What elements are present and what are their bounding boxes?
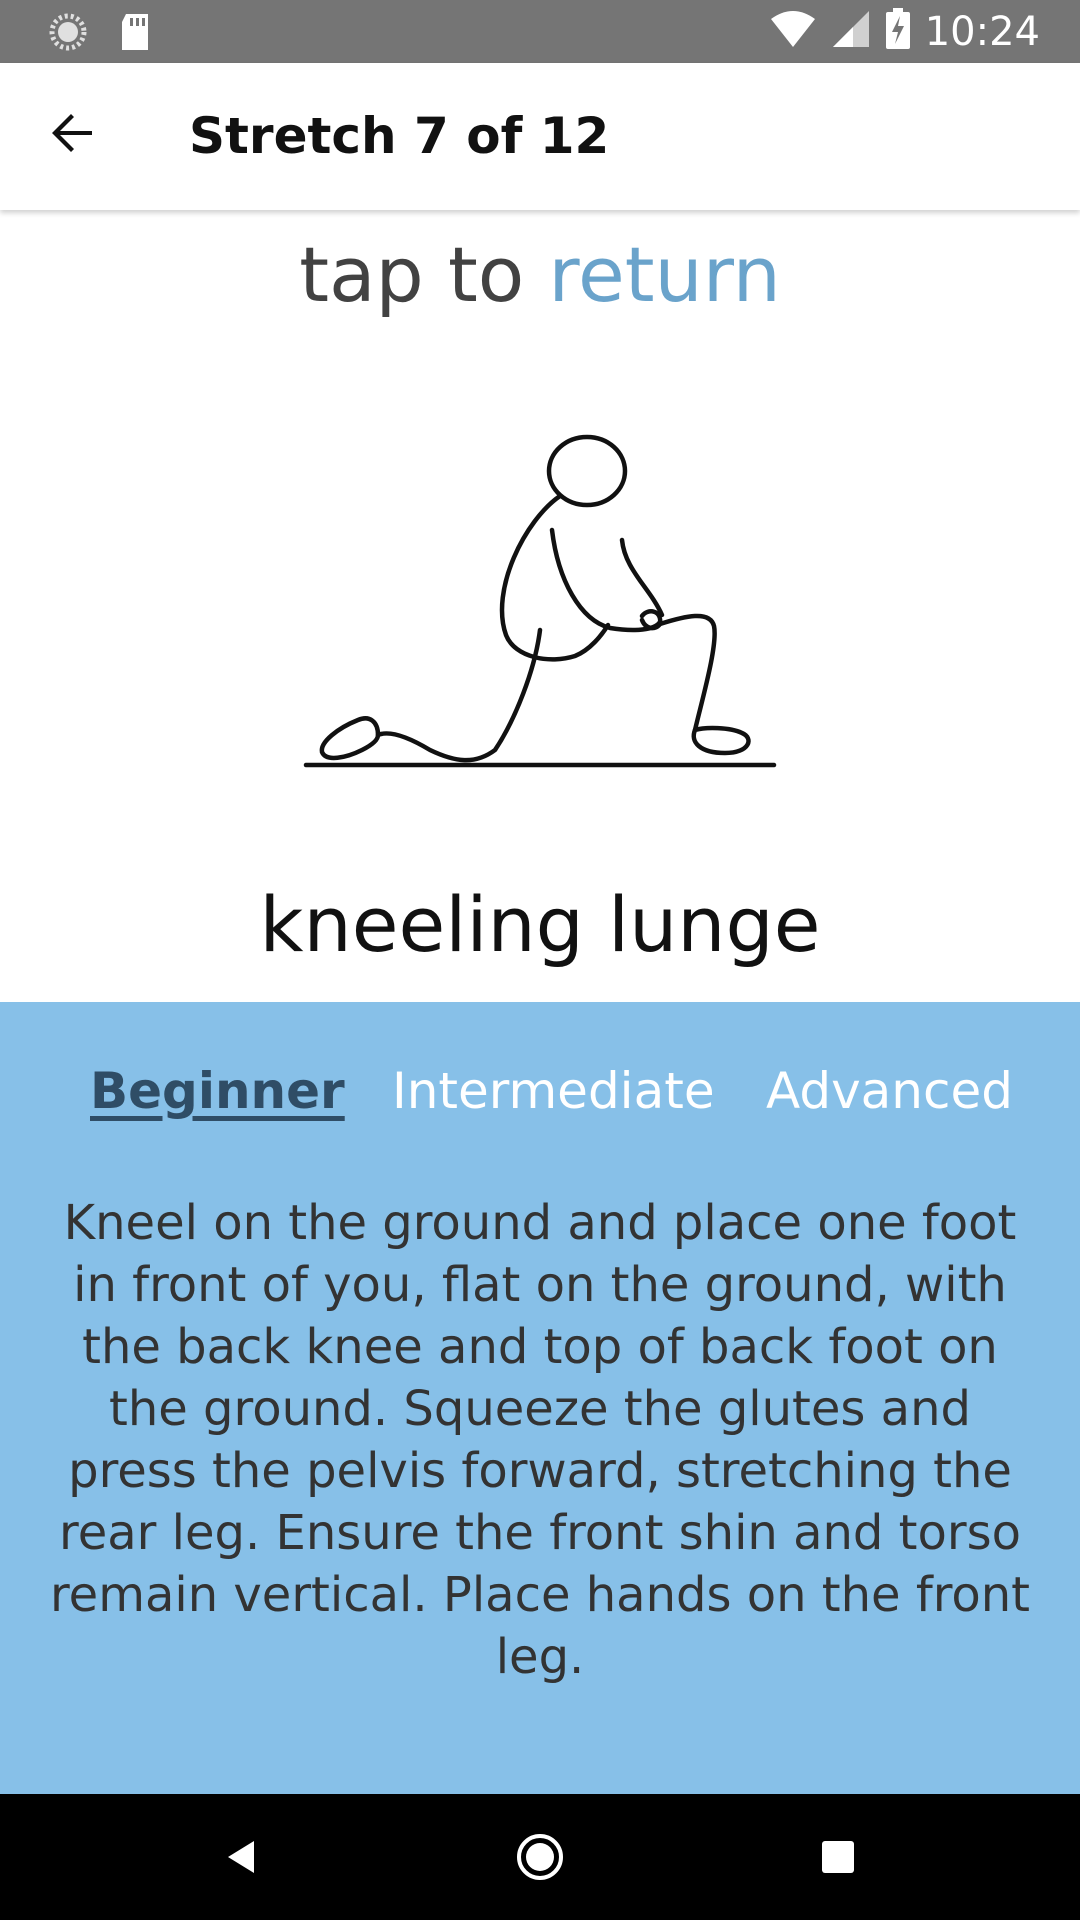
sync-icon [48, 12, 88, 57]
status-time: 10:24 [924, 8, 1040, 55]
exercise-description: Kneel on the ground and place one foot i… [49, 1195, 1030, 1685]
tab-advanced[interactable]: Advanced [766, 1062, 1013, 1120]
level-panel: Beginner Intermediate Advanced Kneel on … [0, 1002, 1080, 1794]
status-bar: 10:24 [0, 0, 1080, 63]
app-bar: Stretch 7 of 12 [0, 63, 1080, 210]
return-link[interactable]: return [548, 230, 780, 319]
tab-intermediate[interactable]: Intermediate [392, 1062, 715, 1120]
level-tabs: Beginner Intermediate Advanced [0, 1062, 1080, 1132]
arrow-back-icon [48, 109, 96, 162]
status-right-icons: 10:24 [769, 8, 1040, 55]
nav-home-button[interactable] [510, 1829, 570, 1889]
sd-card-icon [118, 12, 152, 57]
tap-to-return[interactable]: tap to return [0, 230, 1080, 319]
exercise-name: kneeling lunge [259, 880, 821, 969]
navigation-bar [0, 1794, 1080, 1920]
page-title: Stretch 7 of 12 [189, 107, 610, 165]
back-button[interactable] [40, 103, 104, 167]
tap-to-prefix: tap to [299, 230, 549, 319]
kneeling-lunge-figure [290, 420, 790, 780]
battery-charging-icon [885, 8, 911, 55]
nav-back-button[interactable] [212, 1829, 272, 1889]
nav-home-icon [515, 1832, 565, 1887]
tab-beginner[interactable]: Beginner [90, 1062, 345, 1120]
signal-icon [831, 9, 871, 54]
nav-recents-icon [820, 1839, 856, 1880]
nav-back-icon [222, 1837, 262, 1882]
nav-recents-button[interactable] [808, 1829, 868, 1889]
status-left-icons [48, 12, 152, 57]
wifi-icon [769, 9, 817, 54]
